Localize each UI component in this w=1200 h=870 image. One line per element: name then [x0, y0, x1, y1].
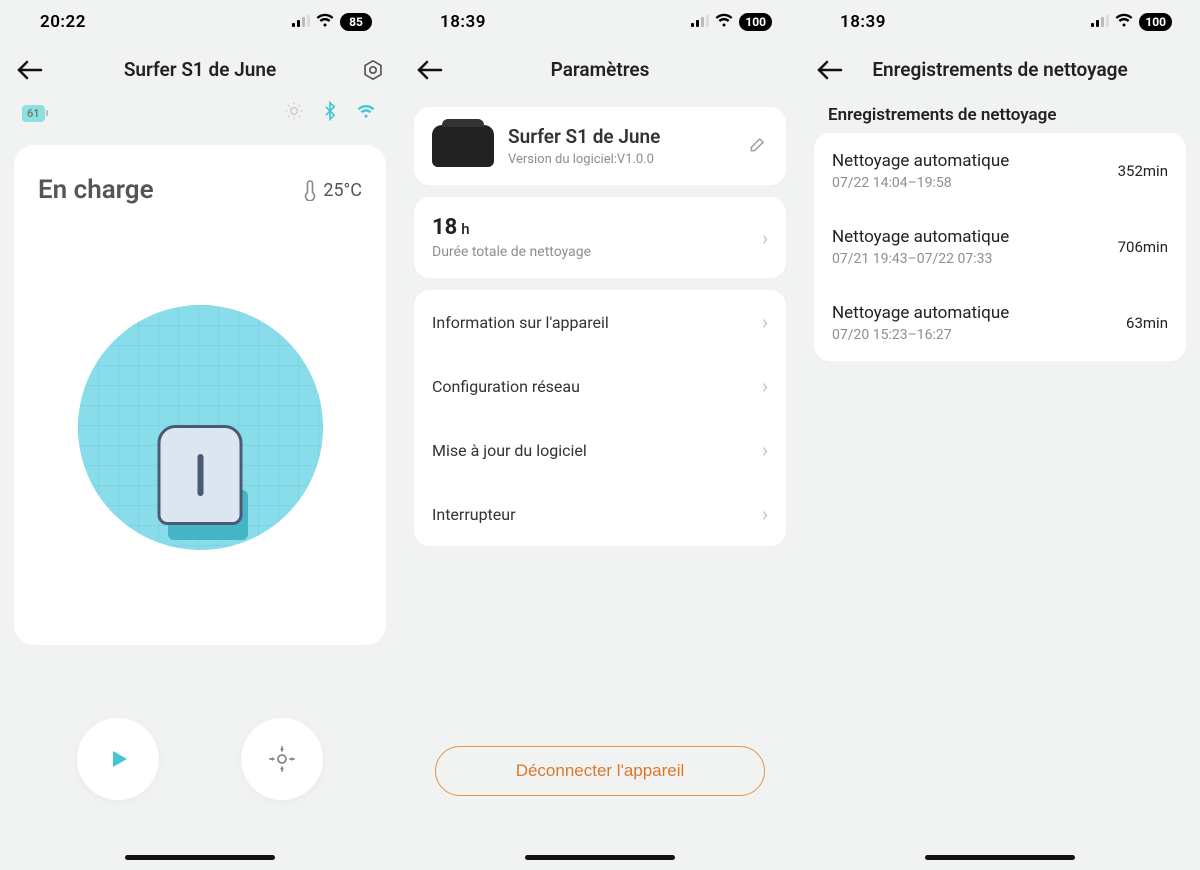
screen-records: 18:39 100 Enregistrements de nettoyage E…: [800, 0, 1200, 870]
home-indicator[interactable]: [925, 855, 1075, 860]
header: Enregistrements de nettoyage: [800, 44, 1200, 95]
robot-illustration: [78, 305, 323, 550]
record-duration: 63min: [1126, 314, 1168, 332]
menu-label: Mise à jour du logiciel: [432, 441, 587, 460]
page-title: Surfer S1 de June: [44, 58, 356, 81]
temperature-value: 25°C: [323, 180, 362, 201]
record-duration: 352min: [1118, 162, 1168, 180]
total-hours-card[interactable]: 18 h Durée totale de nettoyage ›: [414, 197, 786, 278]
signal-icon: [1091, 12, 1109, 32]
record-title: Nettoyage automatique: [832, 227, 1009, 247]
record-item[interactable]: Nettoyage automatique 07/20 15:23–16:27 …: [814, 285, 1186, 361]
header: Surfer S1 de June: [0, 44, 400, 95]
records-list: Nettoyage automatique 07/22 14:04–19:58 …: [814, 133, 1186, 361]
chevron-right-icon: ›: [762, 374, 768, 398]
back-icon[interactable]: [16, 60, 44, 80]
record-item[interactable]: Nettoyage automatique 07/22 14:04–19:58 …: [814, 133, 1186, 209]
device-battery-badge: 61: [22, 105, 45, 122]
battery-pill: 85: [340, 13, 372, 31]
signal-icon: [691, 12, 709, 32]
charging-status: En charge: [38, 175, 154, 205]
wifi-icon: [715, 12, 733, 32]
status-time: 20:22: [40, 12, 86, 32]
play-button[interactable]: [77, 718, 159, 800]
status-icons: 100: [691, 12, 772, 32]
record-title: Nettoyage automatique: [832, 151, 1009, 171]
wifi-icon: [356, 101, 376, 125]
hours-label: Durée totale de nettoyage: [432, 244, 591, 260]
record-time: 07/20 15:23–16:27: [832, 327, 1009, 343]
wifi-icon: [316, 12, 334, 32]
chevron-right-icon: ›: [762, 438, 768, 462]
status-bar: 18:39 100: [800, 0, 1200, 44]
menu-switch[interactable]: Interrupteur ›: [414, 482, 786, 546]
wifi-icon: [1115, 12, 1133, 32]
settings-icon[interactable]: [356, 59, 384, 81]
bluetooth-icon: [320, 101, 340, 125]
battery-pill: 100: [739, 13, 772, 31]
back-icon[interactable]: [816, 60, 844, 80]
home-indicator[interactable]: [525, 855, 675, 860]
status-icons: 85: [292, 12, 372, 32]
temperature: 25°C: [303, 179, 362, 201]
status-time: 18:39: [840, 12, 886, 32]
header: Paramètres: [400, 44, 800, 95]
status-row: 61: [14, 95, 386, 131]
screen-home: 20:22 85 Surfer S1 de June 61: [0, 0, 400, 870]
status-card: En charge 25°C: [14, 145, 386, 645]
status-icons: 100: [1091, 12, 1172, 32]
records-heading: Enregistrements de nettoyage: [814, 95, 1186, 133]
record-item[interactable]: Nettoyage automatique 07/21 19:43–07/22 …: [814, 209, 1186, 285]
edit-icon[interactable]: [748, 134, 768, 158]
home-indicator[interactable]: [125, 855, 275, 860]
menu-software-update[interactable]: Mise à jour du logiciel ›: [414, 418, 786, 482]
signal-icon: [292, 12, 310, 32]
page-title: Paramètres: [444, 58, 756, 81]
disconnect-button[interactable]: Déconnecter l'appareil: [435, 746, 765, 796]
settings-menu: Information sur l'appareil › Configurati…: [414, 290, 786, 546]
screen-settings: 18:39 100 Paramètres Surfer S1 de June V…: [400, 0, 800, 870]
battery-pill: 100: [1139, 13, 1172, 31]
record-time: 07/22 14:04–19:58: [832, 175, 1009, 191]
chevron-right-icon: ›: [762, 502, 768, 526]
chevron-right-icon: ›: [762, 226, 768, 250]
menu-label: Information sur l'appareil: [432, 313, 609, 332]
status-bar: 20:22 85: [0, 0, 400, 44]
menu-network-config[interactable]: Configuration réseau ›: [414, 354, 786, 418]
hours-unit: h: [461, 220, 469, 238]
device-image: [432, 125, 494, 167]
record-title: Nettoyage automatique: [832, 303, 1009, 323]
menu-device-info[interactable]: Information sur l'appareil ›: [414, 290, 786, 354]
record-time: 07/21 19:43–07/22 07:33: [832, 251, 1009, 267]
device-name: Surfer S1 de June: [508, 125, 734, 148]
back-icon[interactable]: [416, 60, 444, 80]
page-title: Enregistrements de nettoyage: [844, 58, 1156, 81]
status-time: 18:39: [440, 12, 486, 32]
chevron-right-icon: ›: [762, 310, 768, 334]
record-duration: 706min: [1118, 238, 1168, 256]
menu-label: Configuration réseau: [432, 377, 580, 396]
menu-label: Interrupteur: [432, 505, 516, 524]
firmware-version: Version du logiciel:V1.0.0: [508, 152, 734, 167]
status-bar: 18:39 100: [400, 0, 800, 44]
move-button[interactable]: [241, 718, 323, 800]
device-card[interactable]: Surfer S1 de June Version du logiciel:V1…: [414, 107, 786, 185]
sun-icon: [284, 101, 304, 125]
hours-value: 18: [432, 215, 457, 240]
